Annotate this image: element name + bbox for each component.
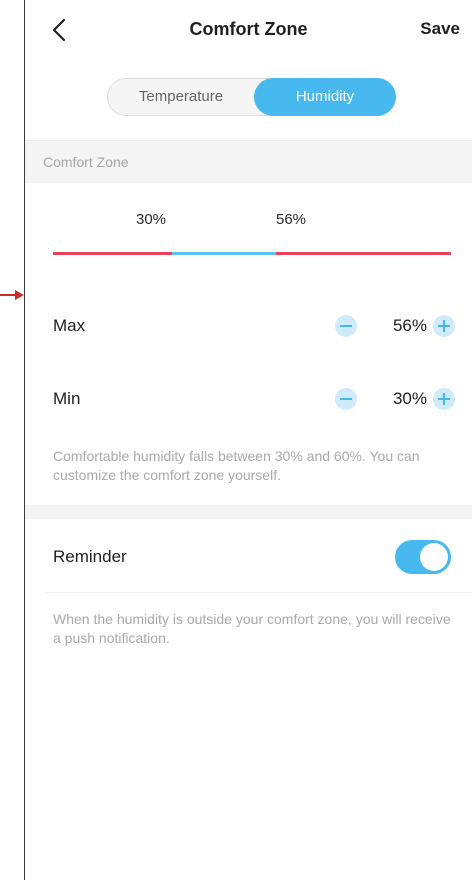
reminder-note: When the humidity is outside your comfor… [53, 611, 451, 646]
min-value: 30% [392, 389, 427, 408]
min-increase-button[interactable] [433, 388, 455, 410]
range-comfort-segment [172, 252, 276, 255]
min-row: Min 30% [25, 375, 472, 425]
range-min-label: 30% [136, 211, 167, 228]
max-value: 56% [392, 316, 427, 335]
range-low-segment [53, 252, 172, 255]
arrow-icon [0, 290, 24, 300]
comfort-range-bar[interactable] [53, 252, 451, 255]
section-label: Comfort Zone [43, 154, 129, 170]
comfort-zone-note: Comfortable humidity falls between 30% a… [53, 448, 420, 483]
max-decrease-button[interactable] [335, 315, 357, 337]
min-label: Min [53, 389, 81, 408]
min-decrease-button[interactable] [335, 388, 357, 410]
tab-temperature[interactable]: Temperature [108, 78, 254, 116]
reminder-label: Reminder [53, 547, 127, 566]
toggle-knob [420, 543, 448, 571]
save-button[interactable]: Save [420, 19, 460, 39]
max-label: Max [53, 316, 86, 335]
comfort-zone-screen: Comfort Zone Save Temperature Humidity C… [25, 0, 472, 880]
reminder-divider [45, 592, 472, 593]
page-title: Comfort Zone [189, 19, 308, 39]
range-high-segment [276, 252, 451, 255]
segmented-control: Temperature Humidity [107, 78, 396, 116]
section-divider [25, 505, 472, 519]
max-row: Max 56% [25, 302, 472, 352]
nav-header: Comfort Zone Save [25, 0, 472, 62]
reminder-toggle[interactable] [395, 540, 451, 574]
range-max-label: 56% [276, 211, 307, 228]
section-header: Comfort Zone [25, 140, 472, 183]
max-increase-button[interactable] [433, 315, 455, 337]
tab-humidity[interactable]: Humidity [254, 78, 396, 116]
